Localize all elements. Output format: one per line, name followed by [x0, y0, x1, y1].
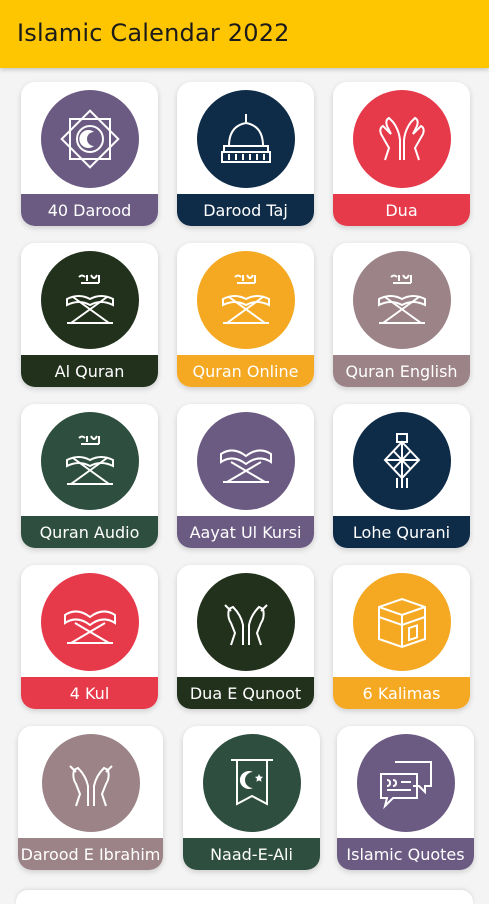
- next-row-card-edge: [16, 890, 473, 904]
- quran-stand-icon: [196, 251, 295, 349]
- praying-hands-icon: [196, 573, 295, 671]
- card-quran-online[interactable]: Quran Online: [177, 243, 314, 387]
- card-40-darood[interactable]: 40 Darood: [21, 82, 158, 226]
- mosque-dome-icon: [196, 90, 295, 188]
- quran-stand-icon: [40, 251, 139, 349]
- card-label: 4 Kul: [21, 677, 158, 709]
- tasbih-tassel-icon: [352, 412, 451, 510]
- card-lohe-qurani[interactable]: Lohe Qurani: [333, 404, 470, 548]
- card-label: 40 Darood: [21, 194, 158, 226]
- card-label: Al Quran: [21, 355, 158, 387]
- feature-grid: 40 Darood Darood Taj Dua Al Quran Quran …: [0, 0, 489, 900]
- card-islamic-quotes[interactable]: Islamic Quotes: [337, 726, 474, 870]
- quran-stand-icon: [352, 251, 451, 349]
- card-label: Islamic Quotes: [337, 838, 474, 870]
- card-naad-e-ali[interactable]: Naad-E-Ali: [183, 726, 320, 870]
- card-quran-english[interactable]: Quran English: [333, 243, 470, 387]
- card-label: Naad-E-Ali: [183, 838, 320, 870]
- card-4-kul[interactable]: 4 Kul: [21, 565, 158, 709]
- card-aayat-ul-kursi[interactable]: Aayat Ul Kursi: [177, 404, 314, 548]
- card-label: Dua: [333, 194, 470, 226]
- card-label: Darood E Ibrahim: [18, 838, 163, 870]
- card-label: Quran English: [333, 355, 470, 387]
- open-book-stand-icon: [196, 412, 295, 510]
- card-6-kalimas[interactable]: 6 Kalimas: [333, 565, 470, 709]
- card-label: Darood Taj: [177, 194, 314, 226]
- praying-hands-icon: [41, 734, 140, 832]
- quote-bubbles-icon: [356, 734, 455, 832]
- darood-emblem-icon: [40, 90, 139, 188]
- card-dua-e-qunoot[interactable]: Dua E Qunoot: [177, 565, 314, 709]
- card-label: Quran Online: [177, 355, 314, 387]
- card-al-quran[interactable]: Al Quran: [21, 243, 158, 387]
- card-label: Dua E Qunoot: [177, 677, 314, 709]
- card-label: Lohe Qurani: [333, 516, 470, 548]
- card-label: 6 Kalimas: [333, 677, 470, 709]
- card-darood-taj[interactable]: Darood Taj: [177, 82, 314, 226]
- open-book-stand-icon: [40, 573, 139, 671]
- praying-hands-icon: [352, 90, 451, 188]
- card-label: Quran Audio: [21, 516, 158, 548]
- card-quran-audio[interactable]: Quran Audio: [21, 404, 158, 548]
- card-dua[interactable]: Dua: [333, 82, 470, 226]
- card-darood-e-ibrahim[interactable]: Darood E Ibrahim: [18, 726, 163, 870]
- quran-stand-icon: [40, 412, 139, 510]
- crescent-banner-icon: [202, 734, 301, 832]
- kaaba-icon: [352, 573, 451, 671]
- card-label: Aayat Ul Kursi: [177, 516, 314, 548]
